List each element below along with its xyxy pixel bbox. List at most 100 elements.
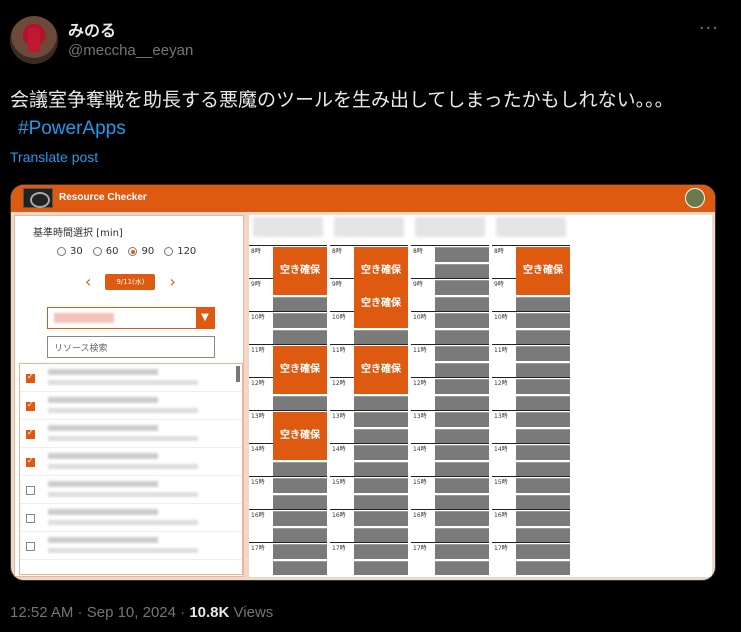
book-slot-button[interactable]: 空き確保 <box>354 346 408 394</box>
busy-block <box>354 511 408 526</box>
busy-block <box>435 247 489 262</box>
busy-block <box>516 428 570 443</box>
busy-block <box>273 478 327 493</box>
duration-option-30[interactable]: 30 <box>57 246 83 257</box>
busy-block <box>273 296 327 311</box>
busy-block <box>435 263 489 278</box>
avatar[interactable] <box>10 16 58 64</box>
list-item[interactable] <box>20 448 242 476</box>
hour-label: 15時 <box>332 479 346 486</box>
list-item[interactable] <box>20 476 242 504</box>
hour-slot: 13時 <box>411 410 489 443</box>
resource-name <box>48 453 158 459</box>
hour-label: 16時 <box>332 512 346 519</box>
radio-dot[interactable] <box>57 247 66 256</box>
hour-slot: 14時 <box>330 443 408 476</box>
resource-checkbox[interactable] <box>26 456 35 467</box>
busy-block <box>354 395 408 410</box>
busy-block <box>516 527 570 542</box>
filter-panel: 基準時間選択 [min] 30 60 90 120 ‹ 9/11(水) › ▼ リソー… <box>14 215 244 577</box>
busy-block <box>354 329 408 344</box>
handle[interactable]: @meccha__eeyan <box>68 42 193 59</box>
hour-label: 11時 <box>494 347 508 354</box>
more-icon[interactable]: ··· <box>699 18 719 39</box>
resource-email <box>48 380 198 385</box>
busy-block <box>516 544 570 559</box>
post-time[interactable]: 12:52 AM <box>10 604 73 621</box>
busy-block <box>516 560 570 575</box>
duration-option-60[interactable]: 60 <box>92 246 118 257</box>
tweet-body: 会議室争奪戦を助長する悪魔のツールを生み出してしまったかもしれない。。。 <box>10 89 674 111</box>
busy-block <box>273 313 327 328</box>
translate-link[interactable]: Translate post <box>10 149 98 165</box>
resource-column: 8時 空き確保 9時 10時 11時 12時 13時 14時 15時 16時 17時 <box>492 215 570 577</box>
dropdown-value <box>54 313 114 323</box>
book-slot-button[interactable]: 空き確保 <box>273 412 327 460</box>
hour-label: 14時 <box>251 446 265 453</box>
hour-slot: 15時 <box>330 476 408 509</box>
busy-block <box>435 412 489 427</box>
hour-slot: 8時 空き確保 <box>492 245 570 295</box>
resource-email <box>48 492 198 497</box>
busy-block <box>516 313 570 328</box>
busy-block <box>354 494 408 509</box>
date-button[interactable]: 9/11(水) <box>105 273 156 290</box>
book-slot-button[interactable]: 空き確保 <box>354 280 408 328</box>
display-name[interactable]: みのる <box>68 17 116 41</box>
busy-block <box>435 296 489 311</box>
busy-block <box>273 461 327 476</box>
hour-slot: 13時 空き確保 <box>249 410 327 460</box>
list-item[interactable] <box>20 364 242 392</box>
hour-label: 16時 <box>494 512 508 519</box>
post-date[interactable]: Sep 10, 2024 <box>87 604 176 621</box>
date-navigator: ‹ 9/11(水) › <box>85 272 176 291</box>
list-item[interactable] <box>20 504 242 532</box>
busy-block <box>435 329 489 344</box>
tweet-meta: 12:52 AM · Sep 10, 2024 · 10.8K Views <box>10 604 274 621</box>
hour-label: 8時 <box>332 248 342 255</box>
book-slot-button[interactable]: 空き確保 <box>516 247 570 295</box>
book-slot-button[interactable]: 空き確保 <box>273 346 327 394</box>
hour-label: 10時 <box>494 314 508 321</box>
resource-search-input[interactable]: リソース検索 <box>47 336 215 358</box>
resource-checkbox[interactable] <box>26 400 35 411</box>
hour-slot: 12時 <box>411 377 489 410</box>
book-slot-button[interactable]: 空き確保 <box>273 247 327 295</box>
busy-block <box>435 527 489 542</box>
list-item[interactable] <box>20 420 242 448</box>
media-screenshot[interactable]: Resource Checker 基準時間選択 [min] 30 60 90 120 … <box>10 184 716 581</box>
list-item[interactable] <box>20 532 242 560</box>
hour-label: 12時 <box>413 380 427 387</box>
busy-block <box>516 478 570 493</box>
resource-checkbox[interactable] <box>26 372 35 383</box>
hour-slot: 17時 <box>330 542 408 575</box>
hour-slot: 9時 <box>411 278 489 311</box>
busy-block <box>516 296 570 311</box>
duration-label: 基準時間選択 [min] <box>33 228 123 239</box>
busy-block <box>516 346 570 361</box>
hour-slot: 17時 <box>411 542 489 575</box>
chevron-down-icon[interactable]: ▼ <box>196 308 214 328</box>
busy-block <box>273 395 327 410</box>
resource-checkbox[interactable] <box>26 514 35 523</box>
chevron-left-icon[interactable]: ‹ <box>85 272 91 291</box>
resource-checkbox[interactable] <box>26 428 35 439</box>
radio-dot[interactable] <box>128 247 138 256</box>
radio-dot[interactable] <box>164 247 174 256</box>
resource-checkbox[interactable] <box>26 486 35 495</box>
radio-dot[interactable] <box>92 247 102 256</box>
list-item[interactable] <box>20 392 242 420</box>
hour-slot: 9時 空き確保 <box>330 278 408 328</box>
hour-label: 8時 <box>494 248 504 255</box>
resource-checkbox[interactable] <box>26 542 35 551</box>
duration-option-120[interactable]: 120 <box>164 246 196 257</box>
resource-group-dropdown[interactable]: ▼ <box>47 307 215 329</box>
chevron-right-icon[interactable]: › <box>169 272 175 291</box>
busy-block <box>516 445 570 460</box>
hour-slot: 11時 空き確保 <box>249 344 327 394</box>
busy-block <box>435 445 489 460</box>
busy-block <box>435 280 489 295</box>
busy-block <box>273 527 327 542</box>
duration-option-90[interactable]: 90 <box>128 246 154 257</box>
hashtag-link[interactable]: #PowerApps <box>18 118 126 139</box>
